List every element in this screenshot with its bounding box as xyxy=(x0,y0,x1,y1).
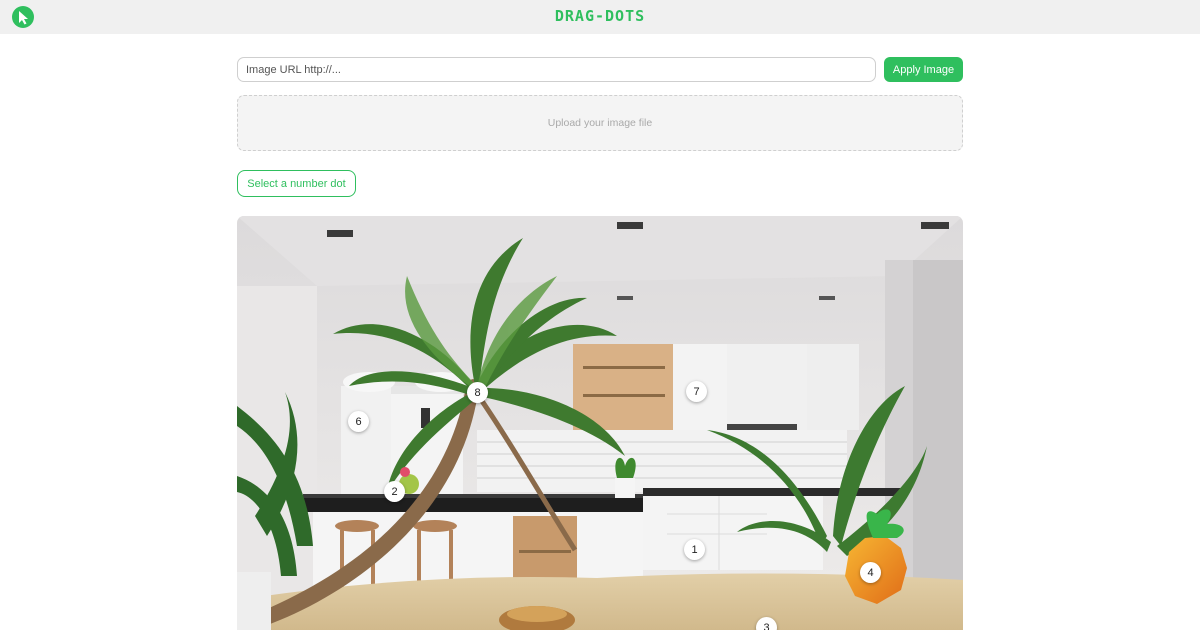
number-dot-7[interactable]: 7 xyxy=(686,381,707,402)
upload-dropzone[interactable]: Upload your image file xyxy=(237,95,963,151)
apply-image-button[interactable]: Apply Image xyxy=(884,57,963,82)
image-url-input[interactable] xyxy=(237,57,876,82)
number-dot-8[interactable]: 8 xyxy=(467,382,488,403)
number-dot-1[interactable]: 1 xyxy=(684,539,705,560)
number-dot-4[interactable]: 4 xyxy=(860,562,881,583)
number-dot-2[interactable]: 2 xyxy=(384,481,405,502)
upload-label: Upload your image file xyxy=(547,117,653,129)
number-dot-6[interactable]: 6 xyxy=(348,411,369,432)
select-number-dot-button[interactable]: Select a number dot xyxy=(237,170,356,197)
top-bar: DRAG-DOTS xyxy=(0,0,1200,34)
image-canvas[interactable]: 1 2 3 4 6 7 8 xyxy=(237,216,963,630)
kitchen-beach-image xyxy=(237,216,963,630)
brand-title: DRAG-DOTS xyxy=(554,7,646,25)
